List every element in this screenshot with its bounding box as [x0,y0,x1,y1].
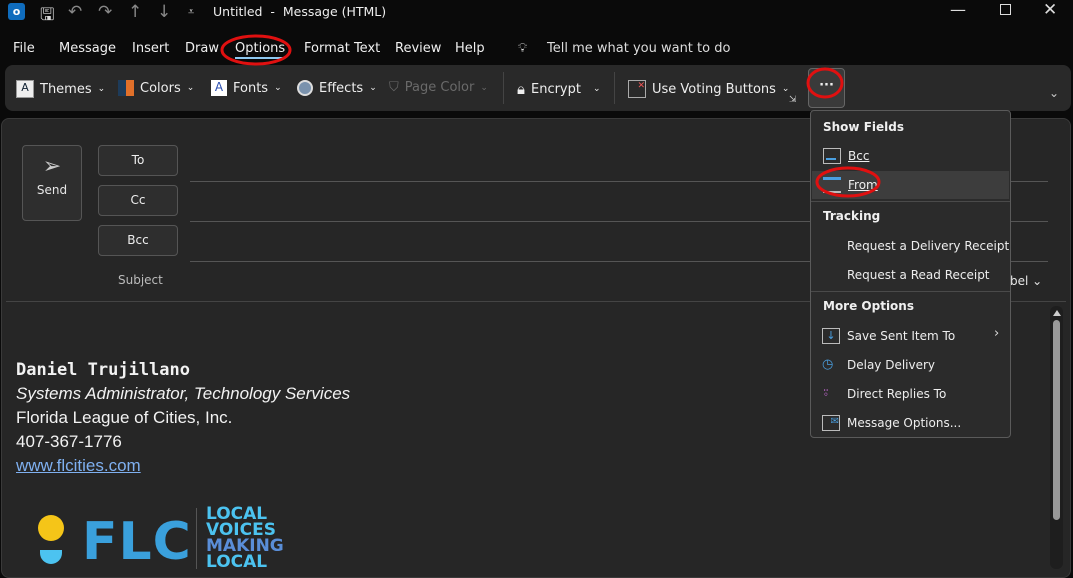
up-icon[interactable]: ↑ [128,2,142,22]
message-options-icon: ✉ [822,415,840,431]
down-icon[interactable]: ↓ [157,2,171,22]
tell-me-search[interactable]: Tell me what you want to do [547,41,730,56]
tab-insert[interactable]: Insert [132,41,169,56]
tab-message[interactable]: Message [59,41,116,56]
signature-phone: 407-367-1776 [16,432,122,451]
themes-icon: A [16,80,34,98]
voting-buttons-button[interactable]: ✕ Use Voting Buttons ⌄ [628,80,789,98]
tab-file[interactable]: File [13,41,35,56]
tab-help[interactable]: Help [455,41,485,56]
more-commands-menu: Show Fields Bcc From Tracking Request a … [810,110,1011,438]
chevron-down-icon: ⌄ [781,84,790,94]
subject-label: Subject [118,273,163,287]
close-button[interactable]: ✕ [1043,0,1057,20]
scrollbar[interactable] [1050,306,1063,569]
logo-divider [196,508,197,569]
window-title: Untitled - Message (HTML) [213,4,387,19]
cc-button[interactable]: Cc [98,185,178,216]
menu-item-message-options[interactable]: Message Options... [847,416,961,430]
maximize-button[interactable] [1000,4,1011,15]
tab-options[interactable]: Options [235,41,286,59]
menu-item-delay-delivery[interactable]: Delay Delivery [847,358,935,372]
scrollbar-thumb[interactable] [1053,320,1060,520]
sensitivity-label[interactable]: bel ⌄ [1010,274,1042,288]
chevron-down-icon: ⌄ [369,83,377,93]
menu-item-save-sent[interactable]: Save Sent Item To [847,329,955,343]
save-sent-icon: ↓ [822,328,840,344]
chevron-down-icon: ⌄ [480,82,488,93]
outlook-logo-icon: o [8,3,25,20]
customize-qat-icon[interactable]: ⩡ [188,5,194,19]
lightbulb-icon: 💡︎ [518,41,528,56]
flc-logo-text: FLC [82,512,192,572]
chevron-down-icon: ⌄ [186,83,195,93]
page-color-button[interactable]: ⛉ Page Color ⌄ [389,80,488,95]
menu-item-read-receipt[interactable]: Request a Read Receipt [847,268,990,282]
menu-item-from[interactable]: From [812,171,1009,199]
tab-format-text[interactable]: Format Text [304,41,380,56]
paint-bucket-icon: ⛉ [389,80,399,95]
tab-review[interactable]: Review [395,41,441,56]
lock-icon: 🔒︎ [517,80,525,98]
chevron-down-icon: ⌄ [97,84,106,94]
colors-button[interactable]: Colors ⌄ [118,80,194,96]
ribbon-expand-icon[interactable]: ⌄ [1049,86,1059,100]
undo-icon[interactable]: ↶ [68,2,82,22]
save-icon[interactable]: 🖫 [40,2,54,31]
from-field-icon [823,177,841,193]
signature-link[interactable]: www.flcities.com [16,456,141,476]
signature-title: Systems Administrator, Technology Servic… [16,384,351,403]
menu-item-delivery-receipt[interactable]: Request a Delivery Receipt [847,239,1009,253]
direct-replies-icon: ⍤ [822,386,830,401]
more-commands-button[interactable]: ··· [808,68,845,108]
menu-item-direct-replies[interactable]: Direct Replies To [847,387,946,401]
divider [614,72,615,104]
to-button[interactable]: To [98,145,178,176]
signature-org: Florida League of Cities, Inc. [16,408,233,427]
effects-button[interactable]: Effects ⌄ [297,80,377,96]
fonts-icon: A [211,80,227,96]
colors-icon [118,80,134,96]
bcc-button[interactable]: Bcc [98,225,178,256]
menu-divider [811,201,1010,202]
delay-delivery-icon: ◷ [822,357,834,372]
send-icon: ➢ [42,154,62,179]
dialog-launcher-icon[interactable]: ⇲ [789,95,797,105]
chevron-down-icon: ⌄ [592,84,601,94]
effects-icon [297,80,313,96]
send-button[interactable]: ➢ Send [22,145,82,221]
menu-item-bcc[interactable]: Bcc [812,142,1009,170]
minimize-button[interactable]: — [950,0,966,19]
flc-sun-logo-icon [38,515,64,541]
bcc-field-icon [823,148,841,164]
fonts-button[interactable]: A Fonts ⌄ [211,80,282,96]
signature-name: Daniel Trujillano [16,360,190,380]
redo-icon[interactable]: ↷ [98,2,112,22]
divider [503,72,504,104]
voting-icon: ✕ [628,80,646,98]
chevron-down-icon: ⌄ [274,83,282,93]
themes-button[interactable]: A Themes ⌄ [16,80,105,98]
tab-draw[interactable]: Draw [185,41,219,56]
encrypt-button[interactable]: 🔒︎ Encrypt ⌄ [517,80,601,98]
menu-divider [811,291,1010,292]
tagline: LOCAL VOICES MAKING LOCAL [206,504,284,572]
chevron-right-icon: › [994,326,1000,341]
